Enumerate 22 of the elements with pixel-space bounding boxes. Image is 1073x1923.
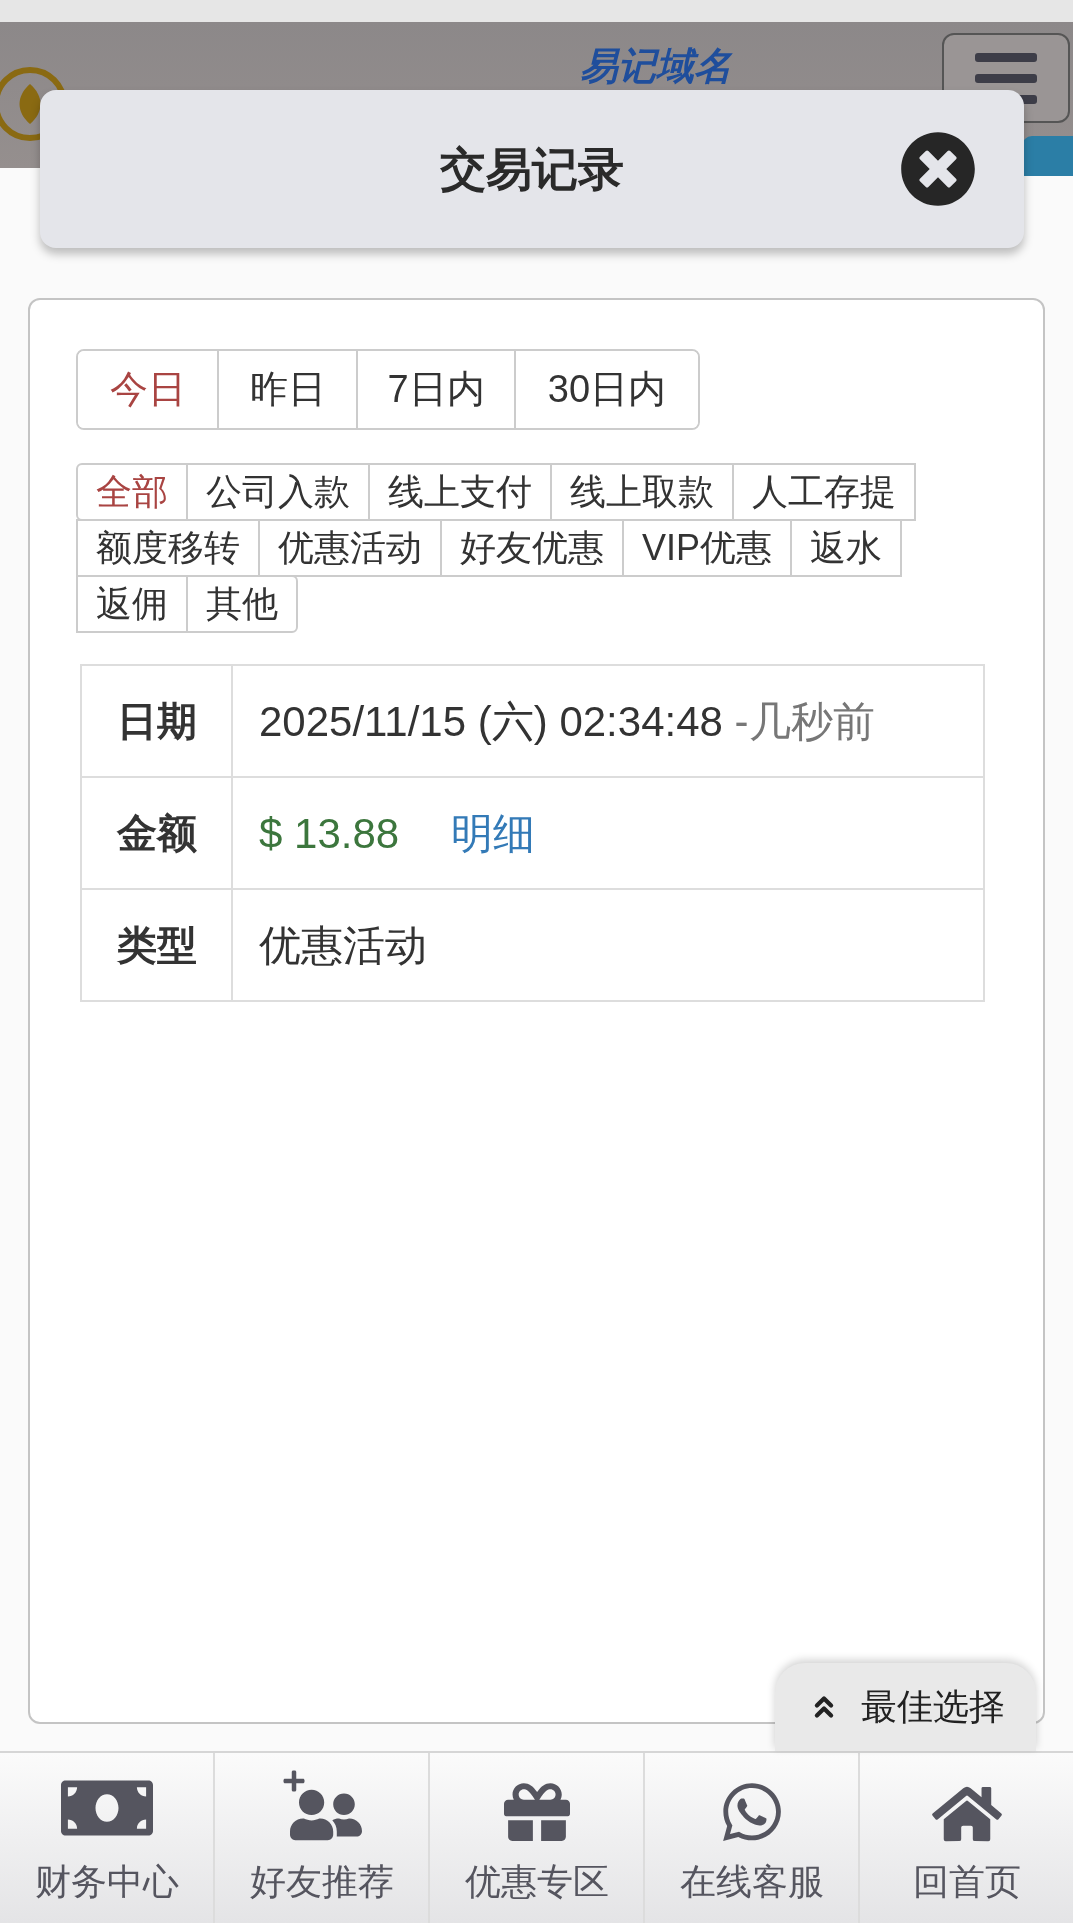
filter-chip[interactable]: 其他 [186, 575, 298, 633]
filter-chip[interactable]: 返佣 [76, 575, 188, 633]
amount-value: $ 13.88 [259, 809, 400, 857]
nav-item[interactable]: 回首页 [858, 1753, 1073, 1923]
type-value: 优惠活动 [232, 889, 984, 1001]
nav-item[interactable]: 好友推荐 [213, 1753, 428, 1923]
header-button[interactable] [1022, 136, 1073, 176]
filter-chip[interactable]: 全部 [76, 463, 188, 521]
date-tab[interactable]: 30日内 [514, 351, 698, 428]
nav-item[interactable]: 优惠专区 [428, 1753, 643, 1923]
nav-item[interactable]: 财务中心 [0, 1753, 213, 1923]
field-label: 类型 [81, 889, 232, 1001]
field-label: 金额 [81, 777, 232, 889]
filter-chip[interactable]: 人工存提 [732, 463, 916, 521]
best-choice-button[interactable]: 最佳选择 [775, 1663, 1036, 1751]
details-link[interactable]: 明细 [451, 809, 536, 857]
filter-chip[interactable]: 返水 [790, 519, 903, 577]
field-label: 日期 [81, 665, 232, 777]
nav-item[interactable]: 在线客服 [643, 1753, 858, 1923]
dialog-title: 交易记录 [440, 141, 624, 197]
date-value: 2025/11/15 (六) 02:34:48 -几秒前 [232, 665, 984, 777]
close-icon[interactable] [900, 131, 976, 207]
